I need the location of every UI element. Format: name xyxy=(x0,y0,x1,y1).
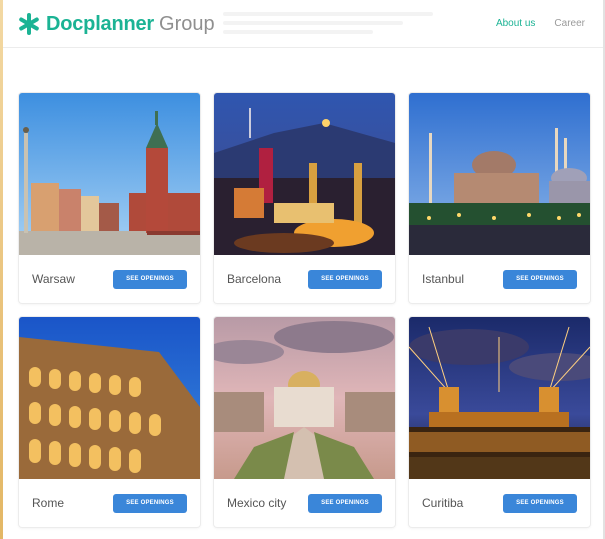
docplanner-logo-icon xyxy=(19,13,39,35)
faded-header-decoration xyxy=(223,12,453,36)
city-name-curitiba: Curitiba xyxy=(422,496,464,510)
see-openings-button-curitiba[interactable]: SEE OPENINGS xyxy=(503,493,577,513)
barcelona-photo xyxy=(214,93,395,255)
city-name-barcelona: Barcelona xyxy=(227,272,282,286)
card-footer: Warsaw SEE OPENINGS xyxy=(19,255,200,303)
city-card-curitiba: Curitiba SEE OPENINGS xyxy=(409,317,590,527)
see-openings-button-barcelona[interactable]: SEE OPENINGS xyxy=(308,269,382,289)
card-footer: Rome SEE OPENINGS xyxy=(19,479,200,527)
see-openings-button-warsaw[interactable]: SEE OPENINGS xyxy=(113,269,187,289)
logo[interactable]: Docplanner Group xyxy=(17,10,215,38)
see-openings-button-rome[interactable]: SEE OPENINGS xyxy=(113,493,187,513)
city-name-istanbul: Istanbul xyxy=(422,272,465,286)
card-footer: Istanbul SEE OPENINGS xyxy=(409,255,590,303)
city-name-rome: Rome xyxy=(32,496,65,510)
city-card-warsaw: Warsaw SEE OPENINGS xyxy=(19,93,200,303)
see-openings-button-mexico-city[interactable]: SEE OPENINGS xyxy=(308,493,382,513)
nav-about-us[interactable]: About us xyxy=(496,18,535,29)
logo-group-text: Group xyxy=(159,12,215,35)
city-name-mexico-city: Mexico city xyxy=(227,496,287,510)
card-footer: Curitiba SEE OPENINGS xyxy=(409,479,590,527)
city-name-warsaw: Warsaw xyxy=(32,272,75,286)
card-footer: Barcelona SEE OPENINGS xyxy=(214,255,395,303)
card-footer: Mexico city SEE OPENINGS xyxy=(214,479,395,527)
city-card-rome: Rome SEE OPENINGS xyxy=(19,317,200,527)
city-card-barcelona: Barcelona SEE OPENINGS xyxy=(214,93,395,303)
site-header: Docplanner Group About us Career xyxy=(3,0,603,48)
mexico-city-photo xyxy=(214,317,395,479)
see-openings-button-istanbul[interactable]: SEE OPENINGS xyxy=(503,269,577,289)
warsaw-photo xyxy=(19,93,200,255)
rome-photo xyxy=(19,317,200,479)
window-left-edge xyxy=(0,0,3,539)
istanbul-photo xyxy=(409,93,590,255)
city-card-mexico-city: Mexico city SEE OPENINGS xyxy=(214,317,395,527)
city-grid: Warsaw SEE OPENINGS Barcelona SEE OPENIN… xyxy=(19,93,590,527)
nav-career[interactable]: Career xyxy=(554,18,585,29)
logo-brand-text: Docplanner xyxy=(46,12,155,35)
curitiba-photo xyxy=(409,317,590,479)
city-card-istanbul: Istanbul SEE OPENINGS xyxy=(409,93,590,303)
top-nav: About us Career xyxy=(496,18,585,29)
